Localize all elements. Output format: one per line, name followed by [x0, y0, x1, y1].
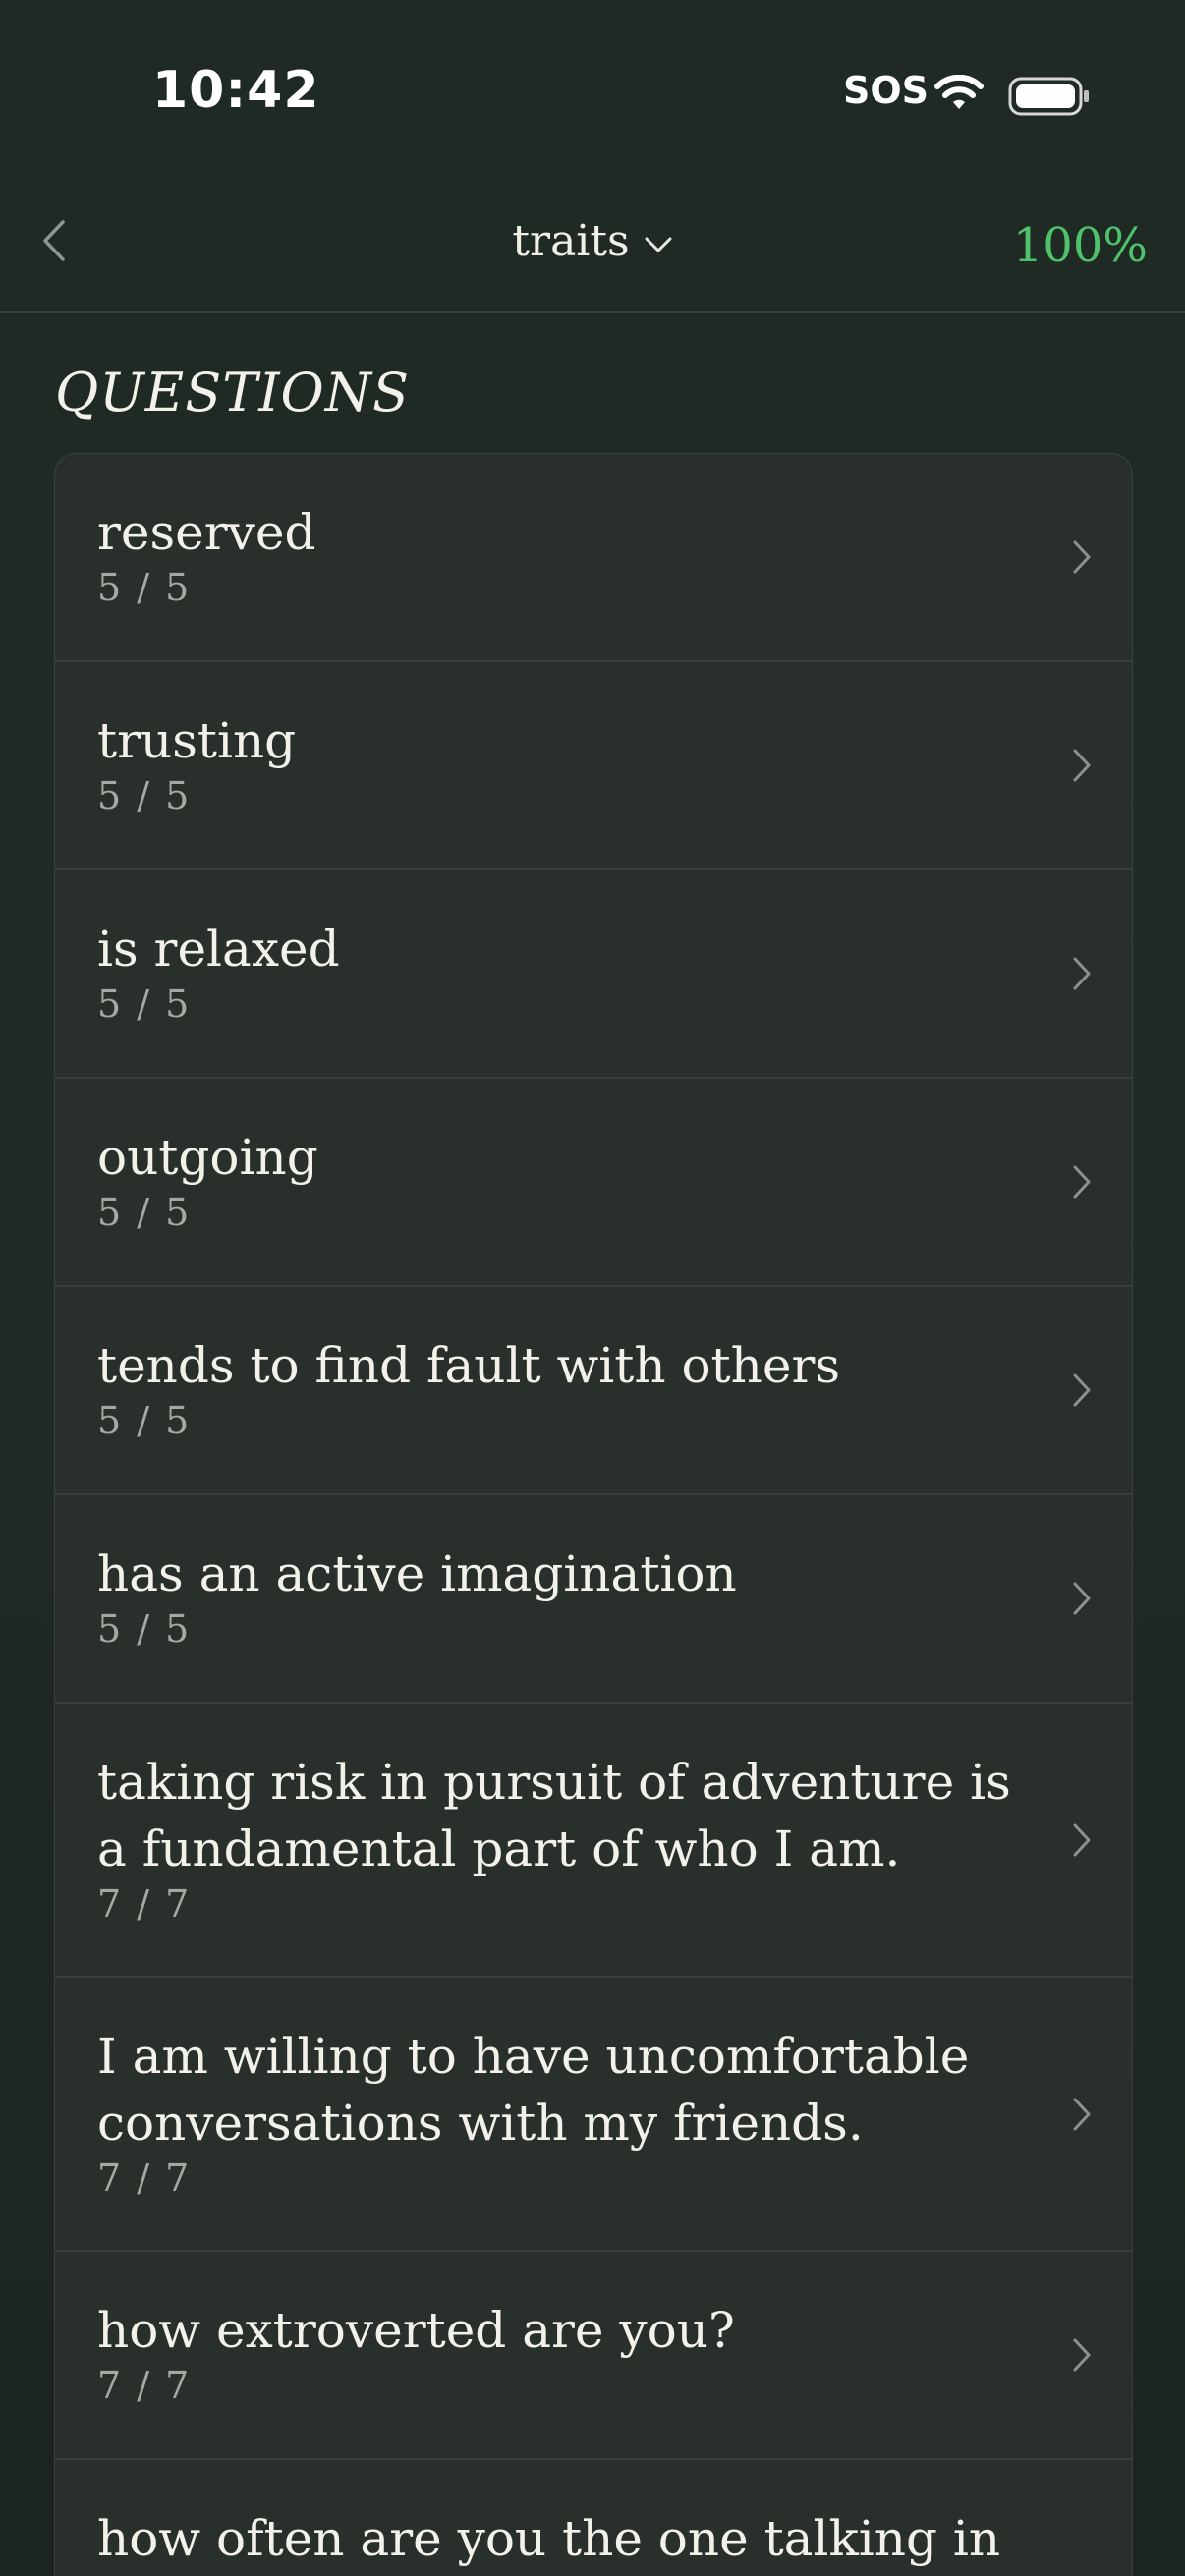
- list-item[interactable]: outgoing 5 / 5: [55, 1079, 1132, 1287]
- chevron-right-icon: [1073, 540, 1091, 574]
- battery-icon: [1008, 77, 1089, 116]
- question-count: 5 / 5: [97, 1607, 192, 1651]
- question-count: 5 / 5: [97, 1191, 192, 1234]
- progress-percent: 100%: [1012, 218, 1148, 273]
- page-title: traits: [512, 216, 630, 266]
- wifi-icon: [934, 75, 984, 109]
- list-item[interactable]: has an active imagination 5 / 5: [55, 1495, 1132, 1704]
- nav-bar: traits 100%: [0, 187, 1185, 313]
- question-title: how often are you the one talking in: [97, 2510, 1001, 2567]
- question-title: taking risk in pursuit of adventure is a…: [97, 1754, 1011, 1877]
- question-count: 7 / 7: [97, 1882, 192, 1926]
- chevron-right-icon: [1073, 1582, 1091, 1615]
- section-header: QUESTIONS: [55, 362, 411, 423]
- chevron-right-icon: [1073, 957, 1091, 990]
- deck-selector[interactable]: traits: [0, 216, 1185, 266]
- list-item[interactable]: trusting 5 / 5: [55, 662, 1132, 870]
- question-count: 7 / 7: [97, 2364, 192, 2407]
- question-title: how extroverted are you?: [97, 2302, 735, 2359]
- status-time: 10:42: [152, 61, 320, 120]
- list-item[interactable]: taking risk in pursuit of adventure is a…: [55, 1704, 1132, 1978]
- question-title: is relaxed: [97, 921, 340, 978]
- question-list: reserved 5 / 5 trusting 5 / 5 is relaxed…: [54, 453, 1133, 2576]
- question-title: has an active imagination: [97, 1545, 737, 1602]
- question-title: trusting: [97, 712, 297, 769]
- chevron-right-icon: [1073, 749, 1091, 782]
- status-sos: SOS: [843, 69, 930, 112]
- question-title: reserved: [97, 504, 316, 561]
- question-count: 5 / 5: [97, 1399, 192, 1442]
- question-count: 5 / 5: [97, 566, 192, 609]
- question-count: 5 / 5: [97, 982, 192, 1026]
- list-item[interactable]: tends to find fault with others 5 / 5: [55, 1287, 1132, 1495]
- list-item[interactable]: I am willing to have uncomfortable conve…: [55, 1978, 1132, 2252]
- list-item[interactable]: how extroverted are you? 7 / 7: [55, 2252, 1132, 2460]
- chevron-right-icon: [1073, 1373, 1091, 1407]
- question-title: tends to find fault with others: [97, 1337, 841, 1394]
- chevron-down-icon: [645, 237, 672, 252]
- chevron-right-icon: [1073, 2338, 1091, 2372]
- list-item[interactable]: is relaxed 5 / 5: [55, 870, 1132, 1079]
- list-item[interactable]: how often are you the one talking in: [55, 2460, 1132, 2576]
- chevron-right-icon: [1073, 1165, 1091, 1199]
- question-count: 5 / 5: [97, 774, 192, 817]
- chevron-right-icon: [1073, 2098, 1091, 2130]
- question-title: I am willing to have uncomfortable conve…: [97, 2028, 970, 2152]
- chevron-right-icon: [1073, 1823, 1091, 1856]
- status-bar: 10:42 SOS: [0, 0, 1185, 187]
- question-count: 7 / 7: [97, 2156, 192, 2200]
- question-title: outgoing: [97, 1129, 318, 1186]
- list-item[interactable]: reserved 5 / 5: [55, 454, 1132, 662]
